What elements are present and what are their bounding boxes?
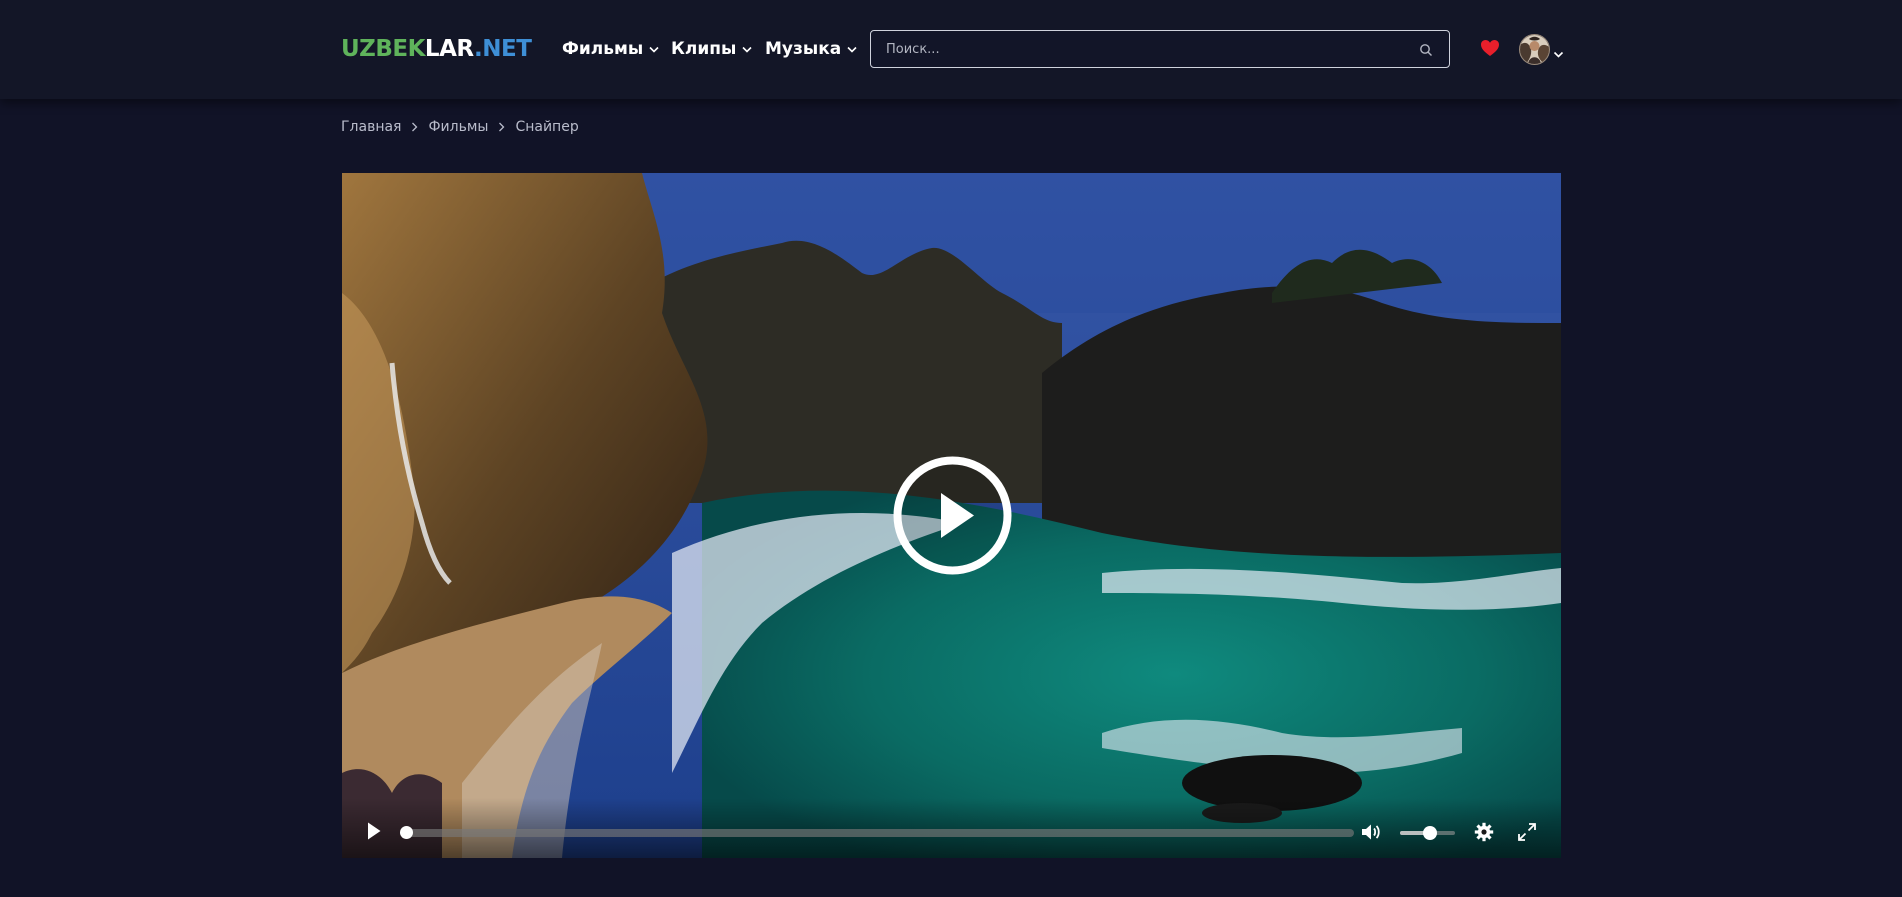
nav-item-films[interactable]: Фильмы [562,36,659,62]
search-box [870,30,1450,68]
progress-bar[interactable] [400,826,1354,839]
chevron-down-icon[interactable] [1553,44,1564,63]
chevron-right-icon [498,122,505,132]
chevron-down-icon [649,46,659,53]
logo-part-uzbek: UZBEK [341,36,425,62]
nav-item-music[interactable]: Музыка [765,36,857,62]
logo-part-lar: LAR [424,36,475,62]
search-input[interactable] [871,31,1411,67]
play-icon [893,456,1012,575]
volume-slider-knob[interactable] [1423,826,1438,840]
heart-icon[interactable] [1480,39,1500,61]
breadcrumb: Главная Фильмы Снайпер [341,117,579,137]
nav-item-label: Клипы [671,39,737,59]
volume-icon[interactable] [1360,822,1382,846]
site-logo[interactable]: UZBEKLAR.NET [341,34,532,64]
logo-part-net: .NET [474,36,532,62]
chevron-down-icon [847,46,857,53]
nav-item-label: Музыка [765,39,842,59]
big-play-button[interactable] [892,455,1013,576]
breadcrumb-item-home[interactable]: Главная [341,119,401,135]
gear-icon[interactable] [1474,822,1494,846]
breadcrumb-item-films[interactable]: Фильмы [428,119,488,135]
progress-knob[interactable] [400,826,413,839]
player-controls [342,798,1561,858]
search-icon[interactable] [1419,42,1433,61]
site-header: UZBEKLAR.NET Фильмы Клипы Музыка [0,0,1902,99]
expand-icon[interactable] [1517,822,1537,846]
chevron-down-icon [742,46,752,53]
breadcrumb-item-current: Снайпер [515,119,579,135]
volume-slider[interactable] [1400,826,1455,840]
play-icon[interactable] [366,821,382,845]
avatar[interactable] [1519,34,1550,65]
chevron-right-icon [411,122,418,132]
nav-item-label: Фильмы [562,39,644,59]
video-player[interactable] [342,173,1561,858]
nav-item-clips[interactable]: Клипы [671,36,752,62]
